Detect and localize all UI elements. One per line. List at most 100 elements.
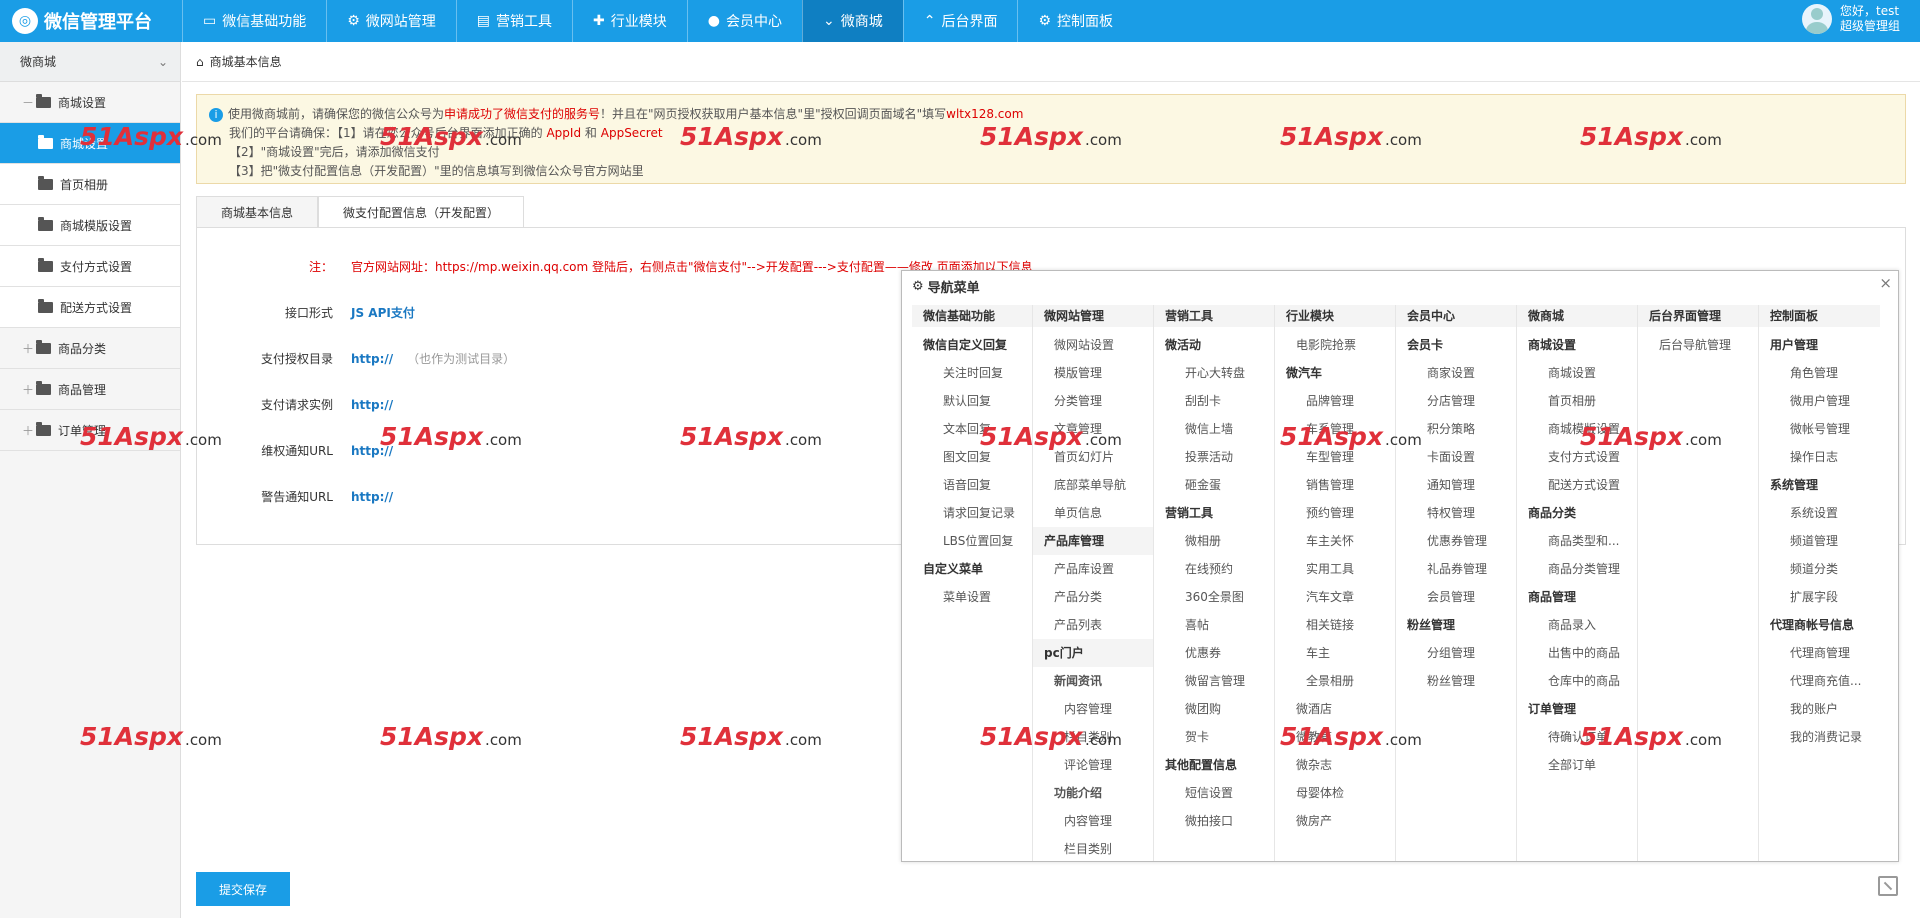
top-nav-item[interactable]: ✚ 行业模块 bbox=[572, 0, 687, 42]
nav-menu-link[interactable]: 喜帖 bbox=[1154, 611, 1274, 639]
sidebar-item[interactable]: 配送方式设置 bbox=[0, 287, 180, 328]
nav-menu-column-head[interactable]: 行业模块 bbox=[1275, 305, 1395, 327]
user-info[interactable]: 您好，test 超级管理组 bbox=[1801, 4, 1900, 34]
nav-menu-link[interactable]: 代理商管理 bbox=[1759, 639, 1880, 667]
nav-menu-link[interactable]: 操作日志 bbox=[1759, 443, 1880, 471]
nav-menu-link[interactable]: 360全景图 bbox=[1154, 583, 1274, 611]
nav-menu-group[interactable]: 产品库管理 bbox=[1033, 527, 1153, 555]
tab-payment-config[interactable]: 微支付配置信息（开发配置） bbox=[318, 196, 525, 228]
nav-menu-link[interactable]: 微杂志 bbox=[1275, 751, 1395, 779]
avatar[interactable] bbox=[1801, 4, 1832, 34]
nav-menu-column-head[interactable]: 控制面板 bbox=[1759, 305, 1880, 327]
nav-menu-link[interactable]: 刮刮卡 bbox=[1154, 387, 1274, 415]
nav-menu-link[interactable]: 角色管理 bbox=[1759, 359, 1880, 387]
nav-menu-group[interactable]: 商品管理 bbox=[1517, 583, 1637, 611]
nav-menu-column-head[interactable]: 后台界面管理 bbox=[1638, 305, 1758, 327]
nav-menu-link[interactable]: 单页信息 bbox=[1033, 499, 1153, 527]
nav-menu-link[interactable]: 卡面设置 bbox=[1396, 443, 1516, 471]
nav-menu-link[interactable]: 关注时回复 bbox=[912, 359, 1032, 387]
request-value[interactable]: http:// bbox=[351, 398, 393, 412]
nav-menu-link[interactable]: 短信设置 bbox=[1154, 779, 1274, 807]
nav-menu-link[interactable]: 频道分类 bbox=[1759, 555, 1880, 583]
nav-menu-group[interactable]: pc门户 bbox=[1033, 639, 1153, 667]
nav-menu-group[interactable]: 会员卡 bbox=[1396, 331, 1516, 359]
nav-menu-link[interactable]: 微留言管理 bbox=[1154, 667, 1274, 695]
sidebar-item[interactable]: 商城设置 bbox=[0, 123, 180, 164]
top-nav-item[interactable]: ● 会员中心 bbox=[686, 0, 802, 42]
nav-menu-link[interactable]: 首页幻灯片 bbox=[1033, 443, 1153, 471]
nav-menu-link[interactable]: 商城设置 bbox=[1517, 359, 1637, 387]
top-nav-item[interactable]: ▭ 微信基础功能 bbox=[182, 0, 326, 42]
sidebar-item[interactable]: － 商城设置 bbox=[0, 82, 180, 123]
nav-menu-link[interactable]: 后台导航管理 bbox=[1638, 331, 1758, 359]
nav-menu-link[interactable]: 扩展字段 bbox=[1759, 583, 1880, 611]
nav-menu-link[interactable]: 汽车文章 bbox=[1275, 583, 1395, 611]
nav-menu-link[interactable]: LBS位置回复 bbox=[912, 527, 1032, 555]
nav-menu-link[interactable]: 商品分类管理 bbox=[1517, 555, 1637, 583]
nav-menu-group[interactable]: 商城设置 bbox=[1517, 331, 1637, 359]
nav-menu-link[interactable]: 微教育 bbox=[1275, 723, 1395, 751]
nav-menu-link[interactable]: 仓库中的商品 bbox=[1517, 667, 1637, 695]
nav-menu-link[interactable]: 微酒店 bbox=[1275, 695, 1395, 723]
nav-menu-link[interactable]: 微房产 bbox=[1275, 807, 1395, 835]
nav-menu-group[interactable]: 商品分类 bbox=[1517, 499, 1637, 527]
nav-menu-link[interactable]: 会员管理 bbox=[1396, 583, 1516, 611]
nav-menu-link[interactable]: 车主 bbox=[1275, 639, 1395, 667]
top-nav-item[interactable]: ▤ 营销工具 bbox=[455, 0, 572, 42]
nav-menu-link[interactable]: 系统设置 bbox=[1759, 499, 1880, 527]
expand-icon[interactable]: ＋ bbox=[22, 381, 36, 398]
nav-menu-link[interactable]: 投票活动 bbox=[1154, 443, 1274, 471]
resize-handle-icon[interactable] bbox=[1878, 876, 1898, 896]
sidebar-item[interactable]: 首页相册 bbox=[0, 164, 180, 205]
nav-menu-link[interactable]: 微用户管理 bbox=[1759, 387, 1880, 415]
nav-menu-link[interactable]: 全景相册 bbox=[1275, 667, 1395, 695]
nav-menu-group[interactable]: 用户管理 bbox=[1759, 331, 1880, 359]
top-nav-item[interactable]: ⌃ 后台界面 bbox=[902, 0, 1018, 42]
nav-menu-link[interactable]: 微团购 bbox=[1154, 695, 1274, 723]
submit-save-button[interactable]: 提交保存 bbox=[196, 872, 290, 906]
nav-menu-link[interactable]: 车主关怀 bbox=[1275, 527, 1395, 555]
nav-menu-link[interactable]: 母婴体检 bbox=[1275, 779, 1395, 807]
rights-value[interactable]: http:// bbox=[351, 444, 393, 458]
sidebar-item[interactable]: ＋ 商品分类 bbox=[0, 328, 180, 369]
nav-menu-link[interactable]: 特权管理 bbox=[1396, 499, 1516, 527]
nav-menu-link[interactable]: 砸金蛋 bbox=[1154, 471, 1274, 499]
nav-menu-link[interactable]: 底部菜单导航 bbox=[1033, 471, 1153, 499]
nav-menu-group[interactable]: 微汽车 bbox=[1275, 359, 1395, 387]
nav-menu-link[interactable]: 品牌管理 bbox=[1275, 387, 1395, 415]
nav-menu-link[interactable]: 微拍接口 bbox=[1154, 807, 1274, 835]
nav-menu-link[interactable]: 预约管理 bbox=[1275, 499, 1395, 527]
nav-menu-group[interactable]: 微活动 bbox=[1154, 331, 1274, 359]
expand-icon[interactable]: ＋ bbox=[22, 422, 36, 439]
nav-menu-link[interactable]: 产品库设置 bbox=[1033, 555, 1153, 583]
nav-menu-group[interactable]: 微信自定义回复 bbox=[912, 331, 1032, 359]
nav-menu-link[interactable]: 分组管理 bbox=[1396, 639, 1516, 667]
nav-menu-column-head[interactable]: 营销工具 bbox=[1154, 305, 1274, 327]
top-nav-item[interactable]: ⚙ 微网站管理 bbox=[326, 0, 456, 42]
nav-menu-link[interactable]: 出售中的商品 bbox=[1517, 639, 1637, 667]
nav-menu-link[interactable]: 请求回复记录 bbox=[912, 499, 1032, 527]
nav-menu-link[interactable]: 代理商充值... bbox=[1759, 667, 1880, 695]
nav-menu-link[interactable]: 分类管理 bbox=[1033, 387, 1153, 415]
nav-menu-link[interactable]: 内容管理 bbox=[1033, 695, 1153, 723]
nav-menu-link[interactable]: 栏目类别 bbox=[1033, 723, 1153, 751]
close-icon[interactable]: × bbox=[1879, 274, 1892, 292]
nav-menu-link[interactable]: 评论管理 bbox=[1033, 751, 1153, 779]
nav-menu-link[interactable]: 文章管理 bbox=[1033, 415, 1153, 443]
nav-menu-link[interactable]: 优惠券管理 bbox=[1396, 527, 1516, 555]
nav-menu-column-head[interactable]: 微信基础功能 bbox=[912, 305, 1032, 327]
nav-menu-link[interactable]: 微相册 bbox=[1154, 527, 1274, 555]
nav-menu-link[interactable]: 车型管理 bbox=[1275, 443, 1395, 471]
nav-menu-link[interactable]: 车系管理 bbox=[1275, 415, 1395, 443]
nav-menu-column-head[interactable]: 微网站管理 bbox=[1033, 305, 1153, 327]
nav-menu-link[interactable]: 商品录入 bbox=[1517, 611, 1637, 639]
sidebar-item[interactable]: 支付方式设置 bbox=[0, 246, 180, 287]
top-nav-item[interactable]: ⚙ 控制面板 bbox=[1017, 0, 1133, 42]
tab-basic-info[interactable]: 商城基本信息 bbox=[196, 196, 319, 228]
app-logo[interactable]: ◎ 微信管理平台 bbox=[0, 0, 182, 42]
nav-menu-link[interactable]: 微帐号管理 bbox=[1759, 415, 1880, 443]
nav-menu-link[interactable]: 频道管理 bbox=[1759, 527, 1880, 555]
nav-menu-link[interactable]: 积分策略 bbox=[1396, 415, 1516, 443]
expand-icon[interactable]: ＋ bbox=[22, 340, 36, 357]
sidebar-item[interactable]: ＋ 订单管理 bbox=[0, 410, 180, 451]
